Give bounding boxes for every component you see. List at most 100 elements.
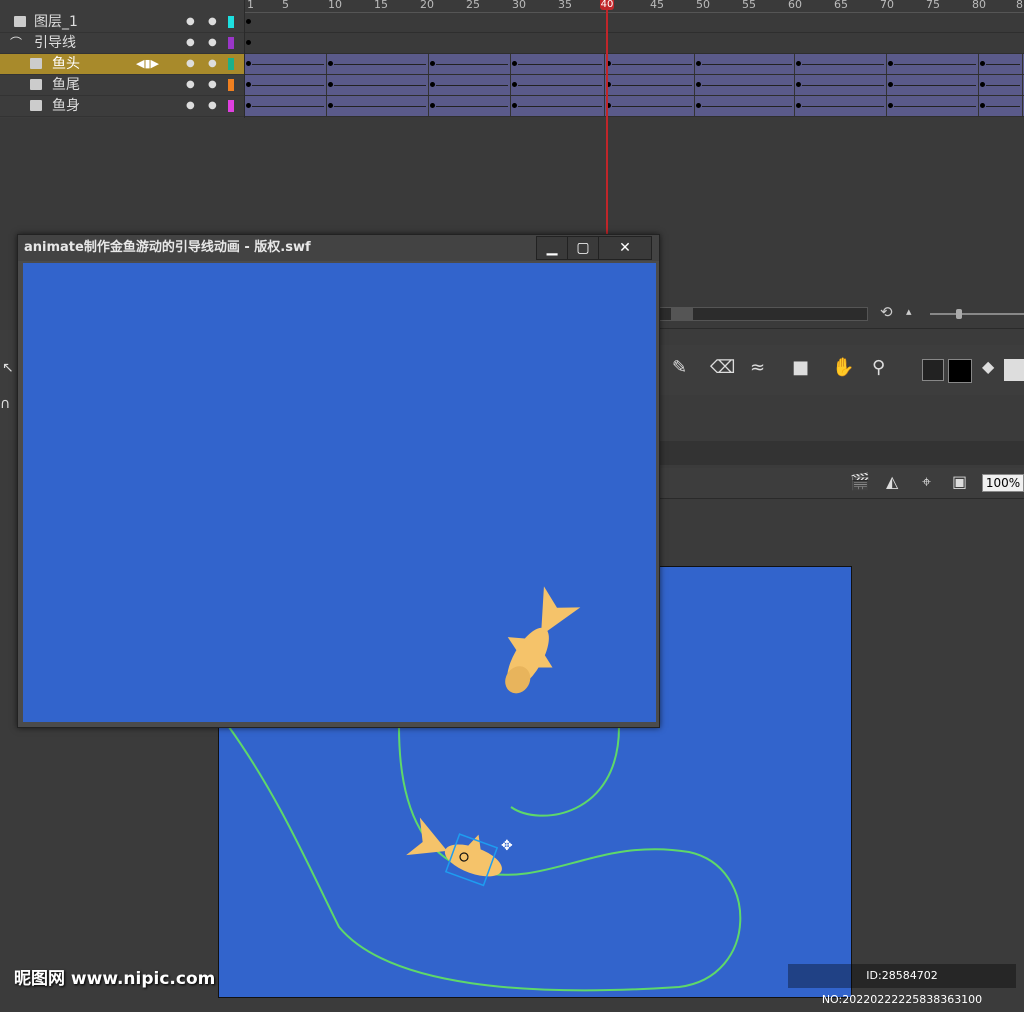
eyedropper-icon[interactable]: ✎ [672,357,687,378]
minimize-button[interactable]: ▁ [536,236,568,260]
keyframe[interactable] [980,61,985,66]
keyframe[interactable] [328,82,333,87]
selection-arrow-icon[interactable]: ↖ [2,360,14,376]
camera-icon[interactable]: ■ [792,357,809,378]
layer-row-tail[interactable]: 鱼尾 ● ● [0,75,244,96]
visibility-dot[interactable]: ● [186,54,195,74]
playhead-frame-label[interactable]: 40 [600,0,614,10]
keyframe[interactable] [980,103,985,108]
maximize-button[interactable]: ▢ [567,236,599,260]
layer-name: 鱼尾 [52,77,80,93]
hand-icon[interactable]: ✋ [832,357,854,378]
layer-color-swatch[interactable] [228,37,234,49]
tween-row-body[interactable] [245,96,1024,117]
playhead[interactable] [606,0,608,240]
close-button[interactable]: ✕ [598,236,652,260]
keyframe[interactable] [328,61,333,66]
slider-thumb[interactable] [956,309,962,319]
span-separator [1022,54,1023,74]
guide-icon: ⌒ [10,36,23,50]
keyframe[interactable] [246,61,251,66]
layer-color-swatch[interactable] [228,16,234,28]
paint-bucket-icon[interactable]: ◆ [982,357,994,376]
ruler-tick: 30 [512,0,526,11]
keyframe[interactable] [512,82,517,87]
tween-arrow [894,64,976,65]
layer-row-body[interactable]: 鱼身 ● ● [0,96,244,117]
zoom-slider[interactable] [930,309,1024,319]
frame-grid[interactable] [245,12,1024,118]
fish-in-preview [505,586,581,694]
zoom-field[interactable]: 100% [982,474,1024,492]
keyframe[interactable] [796,103,801,108]
bucket-color-swatch[interactable] [1004,359,1024,381]
loop-icon[interactable]: ⟲ [880,303,893,321]
tween-arrow [894,106,976,107]
lock-dot[interactable]: ● [208,12,217,32]
swf-preview-window[interactable]: animate制作金鱼游动的引导线动画 - 版权.swf ▁ ▢ ✕ [17,234,660,728]
visibility-dot[interactable]: ● [186,33,195,53]
swf-stage [23,263,656,722]
frame-row[interactable] [245,12,1024,33]
lasso-icon[interactable]: ∩ [0,396,10,412]
keyframe[interactable] [512,103,517,108]
keyframe[interactable] [430,82,435,87]
keyframe[interactable] [246,103,251,108]
tween-row-tail[interactable] [245,75,1024,96]
center-stage-icon[interactable]: ⌖ [922,472,931,492]
keyframe[interactable] [696,82,701,87]
layer-row-head[interactable]: 鱼头 ◀▮▶ ● ● [0,54,244,75]
keyframe-nav-icon[interactable]: ◀▮▶ [136,54,159,74]
frame-row[interactable] [245,33,1024,54]
shapes-icon[interactable]: ◭ [886,472,898,491]
keyframe[interactable] [328,103,333,108]
keyframe[interactable] [430,103,435,108]
keyframe[interactable] [246,19,251,24]
fish-on-stage[interactable] [405,814,510,890]
lock-dot[interactable]: ● [208,54,217,74]
clapper-icon[interactable]: 🎬 [850,472,870,491]
layer-row-guide[interactable]: ⌒ 引导线 ● ● [0,33,244,54]
keyframe[interactable] [888,61,893,66]
keyframe[interactable] [796,82,801,87]
tween-arrow [986,64,1020,65]
tween-arrow [334,106,426,107]
horizontal-scrollbar[interactable] [658,307,868,321]
keyframe[interactable] [430,61,435,66]
small-mountain-icon[interactable]: ▴ [906,305,912,318]
keyframe[interactable] [512,61,517,66]
scroll-thumb[interactable] [671,308,693,320]
eraser-icon[interactable]: ⌫ [710,357,735,378]
keyframe[interactable] [246,40,251,45]
layer-color-swatch[interactable] [228,58,234,70]
lock-dot[interactable]: ● [208,75,217,95]
visibility-dot[interactable]: ● [186,12,195,32]
span-separator [428,96,429,116]
keyframe[interactable] [980,82,985,87]
keyframe[interactable] [246,82,251,87]
tween-row-head[interactable] [245,54,1024,75]
visibility-dot[interactable]: ● [186,75,195,95]
keyframe[interactable] [696,103,701,108]
ruler-tick: 1 [247,0,254,11]
stroke-color-swatch[interactable] [922,359,944,381]
lock-dot[interactable]: ● [208,33,217,53]
lock-dot[interactable]: ● [208,96,217,116]
keyframe[interactable] [888,103,893,108]
tween-arrow [436,85,508,86]
keyframe[interactable] [796,61,801,66]
layer-color-swatch[interactable] [228,79,234,91]
zoom-icon[interactable]: ⚲ [872,357,885,378]
width-tool-icon[interactable]: ≈ [750,357,765,378]
timeline-scroll-bar[interactable]: ⟲ ▴ [658,300,1024,329]
tween-arrow [612,64,692,65]
visibility-dot[interactable]: ● [186,96,195,116]
fill-color-swatch[interactable] [948,359,972,383]
layer-color-swatch[interactable] [228,100,234,112]
layer-icon [30,79,42,90]
span-separator [694,96,695,116]
keyframe[interactable] [696,61,701,66]
clip-icon[interactable]: ▣ [952,472,967,491]
keyframe[interactable] [888,82,893,87]
layer-row-1[interactable]: 图层_1 ● ● [0,12,244,33]
